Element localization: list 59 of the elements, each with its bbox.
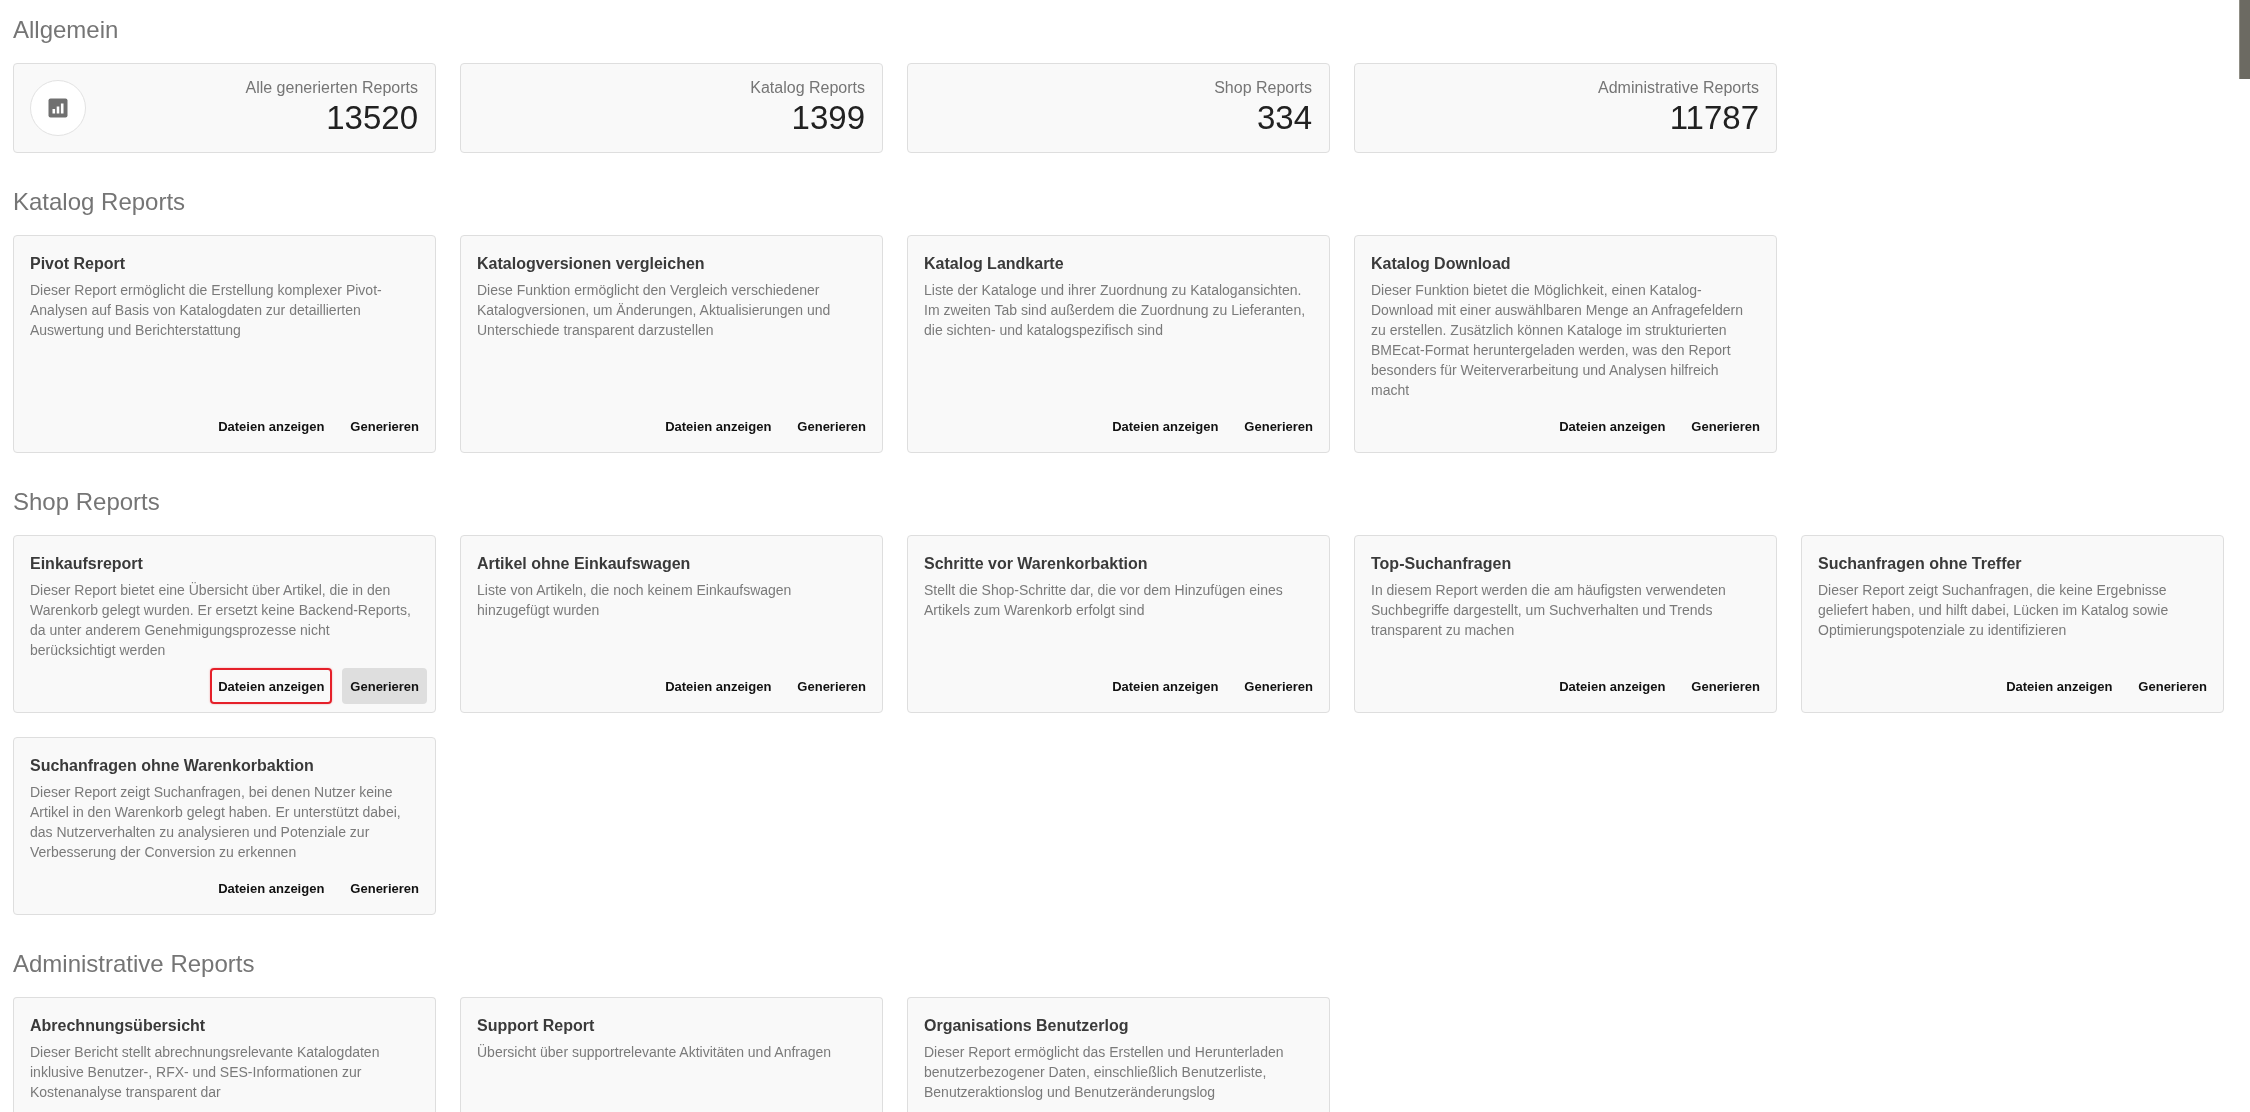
view-files-button[interactable]: Dateien anzeigen bbox=[657, 408, 780, 444]
stat-label: Katalog Reports bbox=[750, 78, 865, 98]
card-title: Top-Suchanfragen bbox=[1371, 554, 1512, 574]
generate-button[interactable]: Generieren bbox=[789, 408, 874, 444]
card-title: Katalog Download bbox=[1371, 254, 1511, 274]
section-heading: Katalog Reports bbox=[13, 187, 186, 217]
view-files-button[interactable]: Dateien anzeigen bbox=[1998, 668, 2121, 704]
stat-value: 13520 bbox=[326, 98, 418, 138]
card-description: Übersicht über supportrelevante Aktivitäten und Anfragen bbox=[477, 1044, 832, 1060]
view-files-button[interactable]: Dateien anzeigen bbox=[210, 870, 333, 906]
card-title: Schritte vor Warenkorbaktion bbox=[924, 554, 1148, 574]
card-description: Dieser Funktion bietet die Möglichkeit, einen Katalog-Download mit einer auswählbaren Menge an Anfragefeldern zu erstellen. Zusätzlich können Kataloge im strukturierten BMEcat-Format heruntergeladen werden, was den Report besonders für Weiterverarbeitung und Analysen hilfreich macht bbox=[1371, 282, 1743, 398]
generate-button[interactable]: Generieren bbox=[342, 408, 427, 444]
view-files-button[interactable]: Dateien anzeigen bbox=[1551, 408, 1674, 444]
section-heading: Administrative Reports bbox=[13, 949, 255, 979]
card-title: Katalogversionen vergleichen bbox=[477, 254, 705, 274]
card-description: Dieser Report ermöglicht das Erstellen und Herunterladen benutzerbezogener Daten, einschließlich Benutzerliste, Benutzeraktionslog und Benutzeränderungslog bbox=[924, 1044, 1284, 1100]
card-description: Dieser Report bietet eine Übersicht über Artikel, die in den Warenkorb gelegt wurden. Er ersetzt keine Backend-Reports, da unter anderem Genehmigungsprozesse nicht berücksichtigt werden bbox=[30, 582, 411, 658]
generate-button[interactable]: Generieren bbox=[2130, 668, 2215, 704]
generate-button[interactable]: Generieren bbox=[1236, 408, 1321, 444]
card-description: Dieser Report zeigt Suchanfragen, bei denen Nutzer keine Artikel in den Warenkorb gelegt haben. Er unterstützt dabei, das Nutzerverhalten zu analysieren und Potenziale zur Verbesserung der Conversion zu erkennen bbox=[30, 784, 401, 860]
stat-value: 334 bbox=[1256, 98, 1312, 138]
stat-label: Alle generierten Reports bbox=[245, 78, 418, 98]
card-title: Einkaufsreport bbox=[30, 554, 143, 574]
generate-button[interactable]: Generieren bbox=[342, 668, 427, 704]
card-description: Dieser Report ermöglicht die Erstellung komplexer Pivot-Analysen auf Basis von Katalogdaten zur detaillierten Auswertung und Berichterstattung bbox=[30, 282, 382, 338]
card-title: Pivot Report bbox=[30, 254, 126, 274]
card-description: Liste von Artikeln, die noch keinem Einkaufswagen hinzugefügt wurden bbox=[477, 582, 792, 618]
card-title: Suchanfragen ohne Treffer bbox=[1818, 554, 2022, 574]
card-title: Abrechnungsübersicht bbox=[30, 1016, 206, 1036]
view-files-button[interactable]: Dateien anzeigen bbox=[210, 408, 333, 444]
view-files-button[interactable]: Dateien anzeigen bbox=[657, 668, 780, 704]
generate-button[interactable]: Generieren bbox=[342, 870, 427, 906]
card-title: Support Report bbox=[477, 1016, 595, 1036]
card-title: Suchanfragen ohne Warenkorbaktion bbox=[30, 756, 314, 776]
stat-value: 1399 bbox=[791, 98, 865, 138]
generate-button[interactable]: Generieren bbox=[1236, 668, 1321, 704]
view-files-button[interactable]: Dateien anzeigen bbox=[1104, 408, 1227, 444]
card-description: Stellt die Shop-Schritte dar, die vor dem Hinzufügen eines Artikels zum Warenkorb erfolgt sind bbox=[924, 582, 1283, 618]
card-description: Dieser Report zeigt Suchanfragen, die keine Ergebnisse geliefert haben, und hilft dabei, Lücken im Katalog sowie Optimierungspotenziale zu identifizieren bbox=[1818, 582, 2169, 638]
section-heading: Allgemein bbox=[13, 15, 119, 45]
stat-value: 11787 bbox=[1669, 98, 1759, 138]
generate-button[interactable]: Generieren bbox=[789, 668, 874, 704]
generate-button[interactable]: Generieren bbox=[1683, 668, 1768, 704]
view-files-button[interactable]: Dateien anzeigen bbox=[210, 668, 333, 704]
stat-label: Shop Reports bbox=[1214, 78, 1312, 98]
card-description: In diesem Report werden die am häufigsten verwendeten Suchbegriffe dargestellt, um Suchverhalten und Trends transparent zu machen bbox=[1371, 582, 1726, 638]
card-description: Diese Funktion ermöglicht den Vergleich verschiedener Katalogversionen, um Änderungen, Aktualisierungen und Unterschiede transparent darzustellen bbox=[477, 282, 831, 338]
generate-button[interactable]: Generieren bbox=[1683, 408, 1768, 444]
card-title: Katalog Landkarte bbox=[924, 254, 1064, 274]
card-description: Liste der Kataloge und ihrer Zuordnung zu Katalogansichten. Im zweiten Tab sind außerdem die Zuordnung zu Lieferanten, die sichten- und katalogspezifisch sind bbox=[924, 282, 1306, 338]
view-files-button[interactable]: Dateien anzeigen bbox=[1104, 668, 1227, 704]
card-description: Dieser Bericht stellt abrechnungsrelevante Katalogdaten inklusive Benutzer-, RFX- und SES-Informationen zur Kostenanalyse transparent dar bbox=[30, 1044, 380, 1100]
card-title: Organisations Benutzerlog bbox=[924, 1016, 1129, 1036]
stat-label: Administrative Reports bbox=[1598, 78, 1759, 98]
view-files-button[interactable]: Dateien anzeigen bbox=[1551, 668, 1674, 704]
section-heading: Shop Reports bbox=[13, 487, 160, 517]
card-title: Artikel ohne Einkaufswagen bbox=[477, 554, 691, 574]
scrollbar-thumb[interactable] bbox=[2239, 0, 2250, 79]
